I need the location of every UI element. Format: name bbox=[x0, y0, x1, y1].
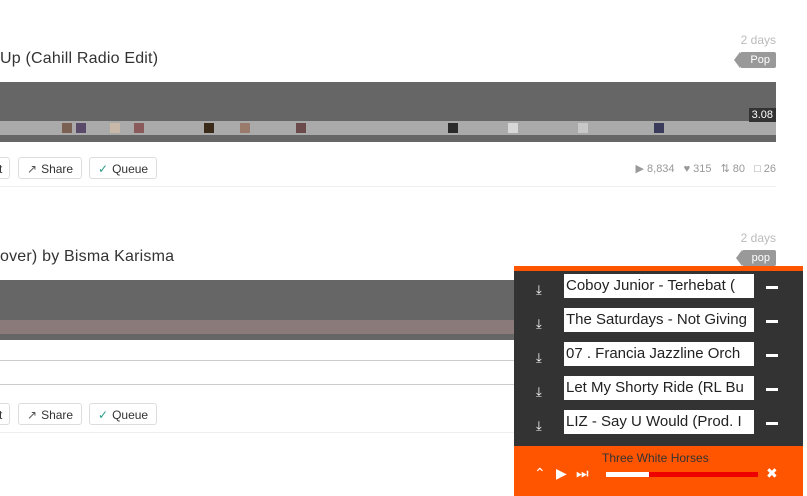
queue-label: Queue bbox=[112, 408, 149, 422]
comment-avatar[interactable] bbox=[654, 123, 664, 133]
comment-icon: □ bbox=[754, 163, 761, 175]
share-button[interactable]: ↗ Share bbox=[18, 403, 83, 425]
queue-item[interactable]: ⤓ Let My Shorty Ride (RL Bu bbox=[514, 373, 803, 407]
remove-icon[interactable] bbox=[766, 320, 778, 323]
genre-tag[interactable]: Pop bbox=[734, 52, 776, 68]
queue-item[interactable]: ⤓ 07 . Francia Jazzline Orch bbox=[514, 339, 803, 373]
repost-count: 80 bbox=[732, 163, 746, 175]
waveform-baseline bbox=[0, 384, 514, 385]
now-playing-title: Three White Horses bbox=[602, 451, 709, 465]
mini-player: ⤓ Coboy Junior - Terhebat ( ⤓ The Saturd… bbox=[514, 266, 803, 496]
queue-button[interactable]: ✓ Queue bbox=[89, 157, 158, 179]
share-label: Share bbox=[41, 162, 74, 176]
skip-forward-icon[interactable]: ⏭ bbox=[576, 465, 589, 482]
queue-button[interactable]: ✓ Queue bbox=[89, 403, 158, 425]
share-icon: ↗ bbox=[27, 162, 38, 176]
comment-avatar[interactable] bbox=[296, 123, 306, 133]
waveform-baseline bbox=[0, 360, 514, 361]
like-count: 315 bbox=[693, 163, 712, 175]
comment-avatar[interactable] bbox=[508, 123, 518, 133]
queue-item-title[interactable]: Coboy Junior - Terhebat ( bbox=[564, 274, 754, 298]
share-button[interactable]: ↗ Share bbox=[18, 157, 83, 179]
comment-avatar[interactable] bbox=[240, 123, 250, 133]
like-label: t bbox=[0, 162, 3, 176]
download-icon[interactable]: ⤓ bbox=[536, 282, 550, 297]
share-label: Share bbox=[41, 408, 74, 422]
like-label: t bbox=[0, 408, 3, 422]
queue-item[interactable]: ⤓ The Saturdays - Not Giving bbox=[514, 305, 803, 339]
close-icon[interactable]: ✖ bbox=[766, 465, 778, 482]
divider bbox=[0, 186, 776, 187]
play-icon: ▶ bbox=[635, 163, 645, 175]
queue-label: Queue bbox=[112, 162, 149, 176]
remove-icon[interactable] bbox=[766, 354, 778, 357]
divider bbox=[0, 432, 514, 433]
waveform-reflection bbox=[0, 320, 514, 334]
track-timer: 3.08 bbox=[748, 108, 776, 122]
comment-avatar[interactable] bbox=[76, 123, 86, 133]
like-button[interactable]: t bbox=[0, 157, 10, 179]
heart-icon: ♥ bbox=[683, 163, 691, 175]
repost-icon: ⇅ bbox=[720, 163, 730, 175]
comment-avatar[interactable] bbox=[134, 123, 144, 133]
track-title[interactable]: Up (Cahill Radio Edit) bbox=[0, 50, 158, 68]
like-button[interactable]: t bbox=[0, 403, 10, 425]
track-age: 2 days bbox=[740, 33, 776, 47]
play-count: 8,834 bbox=[647, 163, 675, 175]
player-controls: Three White Horses ⌃ ▶ ⏭ ✖ bbox=[514, 446, 803, 496]
share-icon: ↗ bbox=[27, 408, 38, 422]
progress-bar[interactable] bbox=[606, 472, 758, 477]
queue-item[interactable]: ⤓ Coboy Junior - Terhebat ( bbox=[514, 271, 803, 305]
queue-item[interactable]: ⤓ LIZ - Say U Would (Prod. I bbox=[514, 407, 803, 441]
track-age: 2 days bbox=[740, 231, 776, 245]
comment-avatar[interactable] bbox=[110, 123, 120, 133]
chevron-up-icon[interactable]: ⌃ bbox=[534, 465, 546, 482]
download-icon[interactable]: ⤓ bbox=[536, 384, 550, 399]
download-icon[interactable]: ⤓ bbox=[536, 350, 550, 365]
queue-item-title[interactable]: LIZ - Say U Would (Prod. I bbox=[564, 410, 754, 434]
genre-tag[interactable]: pop bbox=[735, 250, 776, 266]
remove-icon[interactable] bbox=[766, 388, 778, 391]
queue-item-title[interactable]: The Saturdays - Not Giving bbox=[564, 308, 754, 332]
download-icon[interactable]: ⤓ bbox=[536, 316, 550, 331]
remove-icon[interactable] bbox=[766, 422, 778, 425]
comment-avatar[interactable] bbox=[62, 123, 72, 133]
comment-count: 26 bbox=[763, 163, 776, 175]
download-icon[interactable]: ⤓ bbox=[536, 418, 550, 433]
remove-icon[interactable] bbox=[766, 286, 778, 289]
queue-item-title[interactable]: Let My Shorty Ride (RL Bu bbox=[564, 376, 754, 400]
track-title[interactable]: over) by Bisma Karisma bbox=[0, 248, 174, 266]
play-icon[interactable]: ▶ bbox=[556, 465, 567, 482]
comment-avatar[interactable] bbox=[204, 123, 214, 133]
comment-avatar[interactable] bbox=[448, 123, 458, 133]
track-stats: ▶ 8,834 ♥ 315 ⇅ 80 □ 26 bbox=[630, 162, 776, 175]
progress-fill bbox=[606, 472, 649, 477]
check-icon: ✓ bbox=[98, 162, 109, 176]
check-icon: ✓ bbox=[98, 408, 109, 422]
comment-avatar[interactable] bbox=[578, 123, 588, 133]
queue-item-title[interactable]: 07 . Francia Jazzline Orch bbox=[564, 342, 754, 366]
